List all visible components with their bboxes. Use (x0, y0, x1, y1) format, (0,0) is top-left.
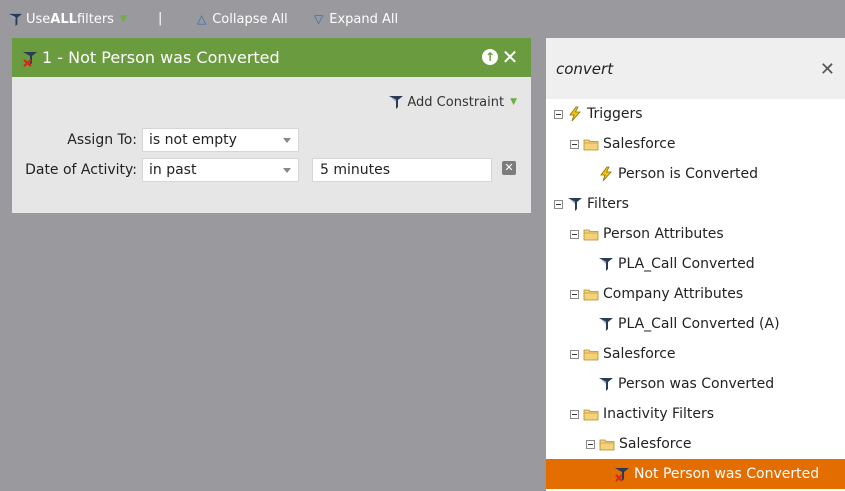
tree-item[interactable]: Salesforce (546, 339, 845, 369)
arrow-up-icon: ↑ (482, 49, 498, 65)
remove-constraint-button[interactable]: ✕ (502, 161, 516, 175)
tree-item-label: Salesforce (603, 136, 676, 152)
tree-item[interactable]: Person was Converted (546, 369, 845, 399)
filter-card-title: 1 - Not Person was Converted (42, 48, 280, 67)
chevron-down-icon (283, 168, 291, 173)
not-filter-icon (23, 51, 37, 67)
filter-icon (598, 316, 614, 332)
tree-item[interactable]: Triggers (546, 99, 845, 129)
add-constraint-button[interactable]: Add Constraint ▼ (388, 94, 517, 110)
remove-filter-button[interactable]: ✕ (501, 45, 519, 69)
tree-item-label: Not Person was Converted (634, 466, 820, 482)
date-of-activity-value: in past (149, 162, 197, 178)
date-of-activity-label: Date of Activity: (25, 162, 137, 178)
collapse-toggle-icon[interactable] (570, 349, 579, 359)
not-filter-icon (614, 466, 630, 482)
panel-search-bar: convert ✕ (546, 38, 845, 99)
filter-funnel-icon (8, 13, 23, 26)
close-icon: ✕ (504, 161, 514, 174)
collapse-toggle-icon[interactable] (570, 139, 579, 149)
assign-to-label: Assign To: (67, 132, 137, 148)
time-amount-input[interactable]: 5 minutes (312, 158, 492, 182)
expand-icon: ▽ (314, 12, 324, 26)
tree-item-label: PLA_Call Converted (A) (618, 316, 780, 332)
tree-item-label: Company Attributes (603, 286, 744, 302)
collapse-icon: △ (197, 12, 207, 26)
tree-item-label: Triggers (587, 106, 643, 122)
tree-item-label: PLA_Call Converted (618, 256, 755, 272)
tree-item[interactable]: Filters (546, 189, 845, 219)
chevron-down-icon (283, 138, 291, 143)
filter-toolbar: Use ALL filters ▼ | △ Collapse All ▽ Exp… (0, 0, 546, 36)
trigger-icon (598, 166, 614, 182)
close-icon: ✕ (501, 45, 519, 69)
use-all-filters-dropdown[interactable]: Use ALL filters ▼ (8, 10, 127, 28)
collapse-toggle-icon[interactable] (554, 109, 563, 119)
folder-icon (599, 436, 615, 452)
date-of-activity-select[interactable]: in past (142, 158, 299, 182)
filter-icon (598, 256, 614, 272)
tree-item[interactable]: Person Attributes (546, 219, 845, 249)
tree-item[interactable]: PLA_Call Converted (A) (546, 309, 845, 339)
tree-item[interactable]: Company Attributes (546, 279, 845, 309)
clear-search-button[interactable]: ✕ (820, 59, 835, 80)
collapse-toggle-icon[interactable] (570, 229, 579, 239)
tree-item-label: Person is Converted (618, 166, 758, 182)
tree-item-label: Person was Converted (618, 376, 775, 392)
collapse-toggle-icon[interactable] (554, 199, 563, 209)
collapse-all-label: Collapse All (212, 11, 288, 27)
search-query[interactable]: convert (556, 60, 613, 78)
assign-to-value: is not empty (149, 132, 237, 148)
expand-all-button[interactable]: ▽ Expand All (314, 10, 398, 28)
collapse-toggle-icon[interactable] (586, 439, 595, 449)
add-constraint-label: Add Constraint (407, 94, 505, 110)
tree-item[interactable]: Inactivity Filters (546, 399, 845, 429)
tree-item[interactable]: PLA_Call Converted (546, 249, 845, 279)
time-amount-value: 5 minutes (320, 162, 391, 178)
chevron-down-icon: ▼ (119, 14, 127, 24)
expand-all-label: Expand All (329, 11, 399, 27)
move-up-button[interactable]: ↑ (481, 48, 499, 66)
tree-item-label: Salesforce (603, 346, 676, 362)
folder-icon (583, 136, 599, 152)
collapse-toggle-icon[interactable] (570, 289, 579, 299)
tree-item[interactable]: Person is Converted (546, 159, 845, 189)
tree-item-label: Inactivity Filters (603, 406, 715, 422)
filter-icon (567, 196, 583, 212)
filter-card: 1 - Not Person was Converted ↑ ✕ Add Con… (12, 38, 531, 213)
folder-icon (583, 346, 599, 362)
filter-library-panel: convert ✕ Triggers Salesforce Person is Co… (546, 38, 845, 491)
filter-funnel-icon (389, 96, 404, 109)
tree-item-label: Filters (587, 196, 629, 212)
trigger-icon (567, 106, 583, 122)
tree-item[interactable]: Salesforce (546, 129, 845, 159)
folder-icon (583, 286, 599, 302)
tree-item[interactable]: Not Person was Converted (546, 459, 845, 489)
chevron-down-icon: ▼ (510, 97, 517, 107)
filter-icon (598, 376, 614, 392)
use-filters-all: ALL (50, 11, 77, 27)
filter-card-header: 1 - Not Person was Converted ↑ ✕ (12, 38, 531, 77)
toolbar-separator: | (158, 11, 163, 26)
use-filters-prefix: Use (26, 11, 51, 27)
tree-item-label: Person Attributes (603, 226, 724, 242)
collapse-toggle-icon[interactable] (570, 409, 579, 419)
folder-icon (583, 406, 599, 422)
collapse-all-button[interactable]: △ Collapse All (197, 10, 288, 28)
tree-item-label: Salesforce (619, 436, 692, 452)
tree-item[interactable]: Salesforce (546, 429, 845, 459)
use-filters-suffix: filters (76, 11, 114, 27)
folder-icon (583, 226, 599, 242)
assign-to-select[interactable]: is not empty (142, 128, 299, 152)
